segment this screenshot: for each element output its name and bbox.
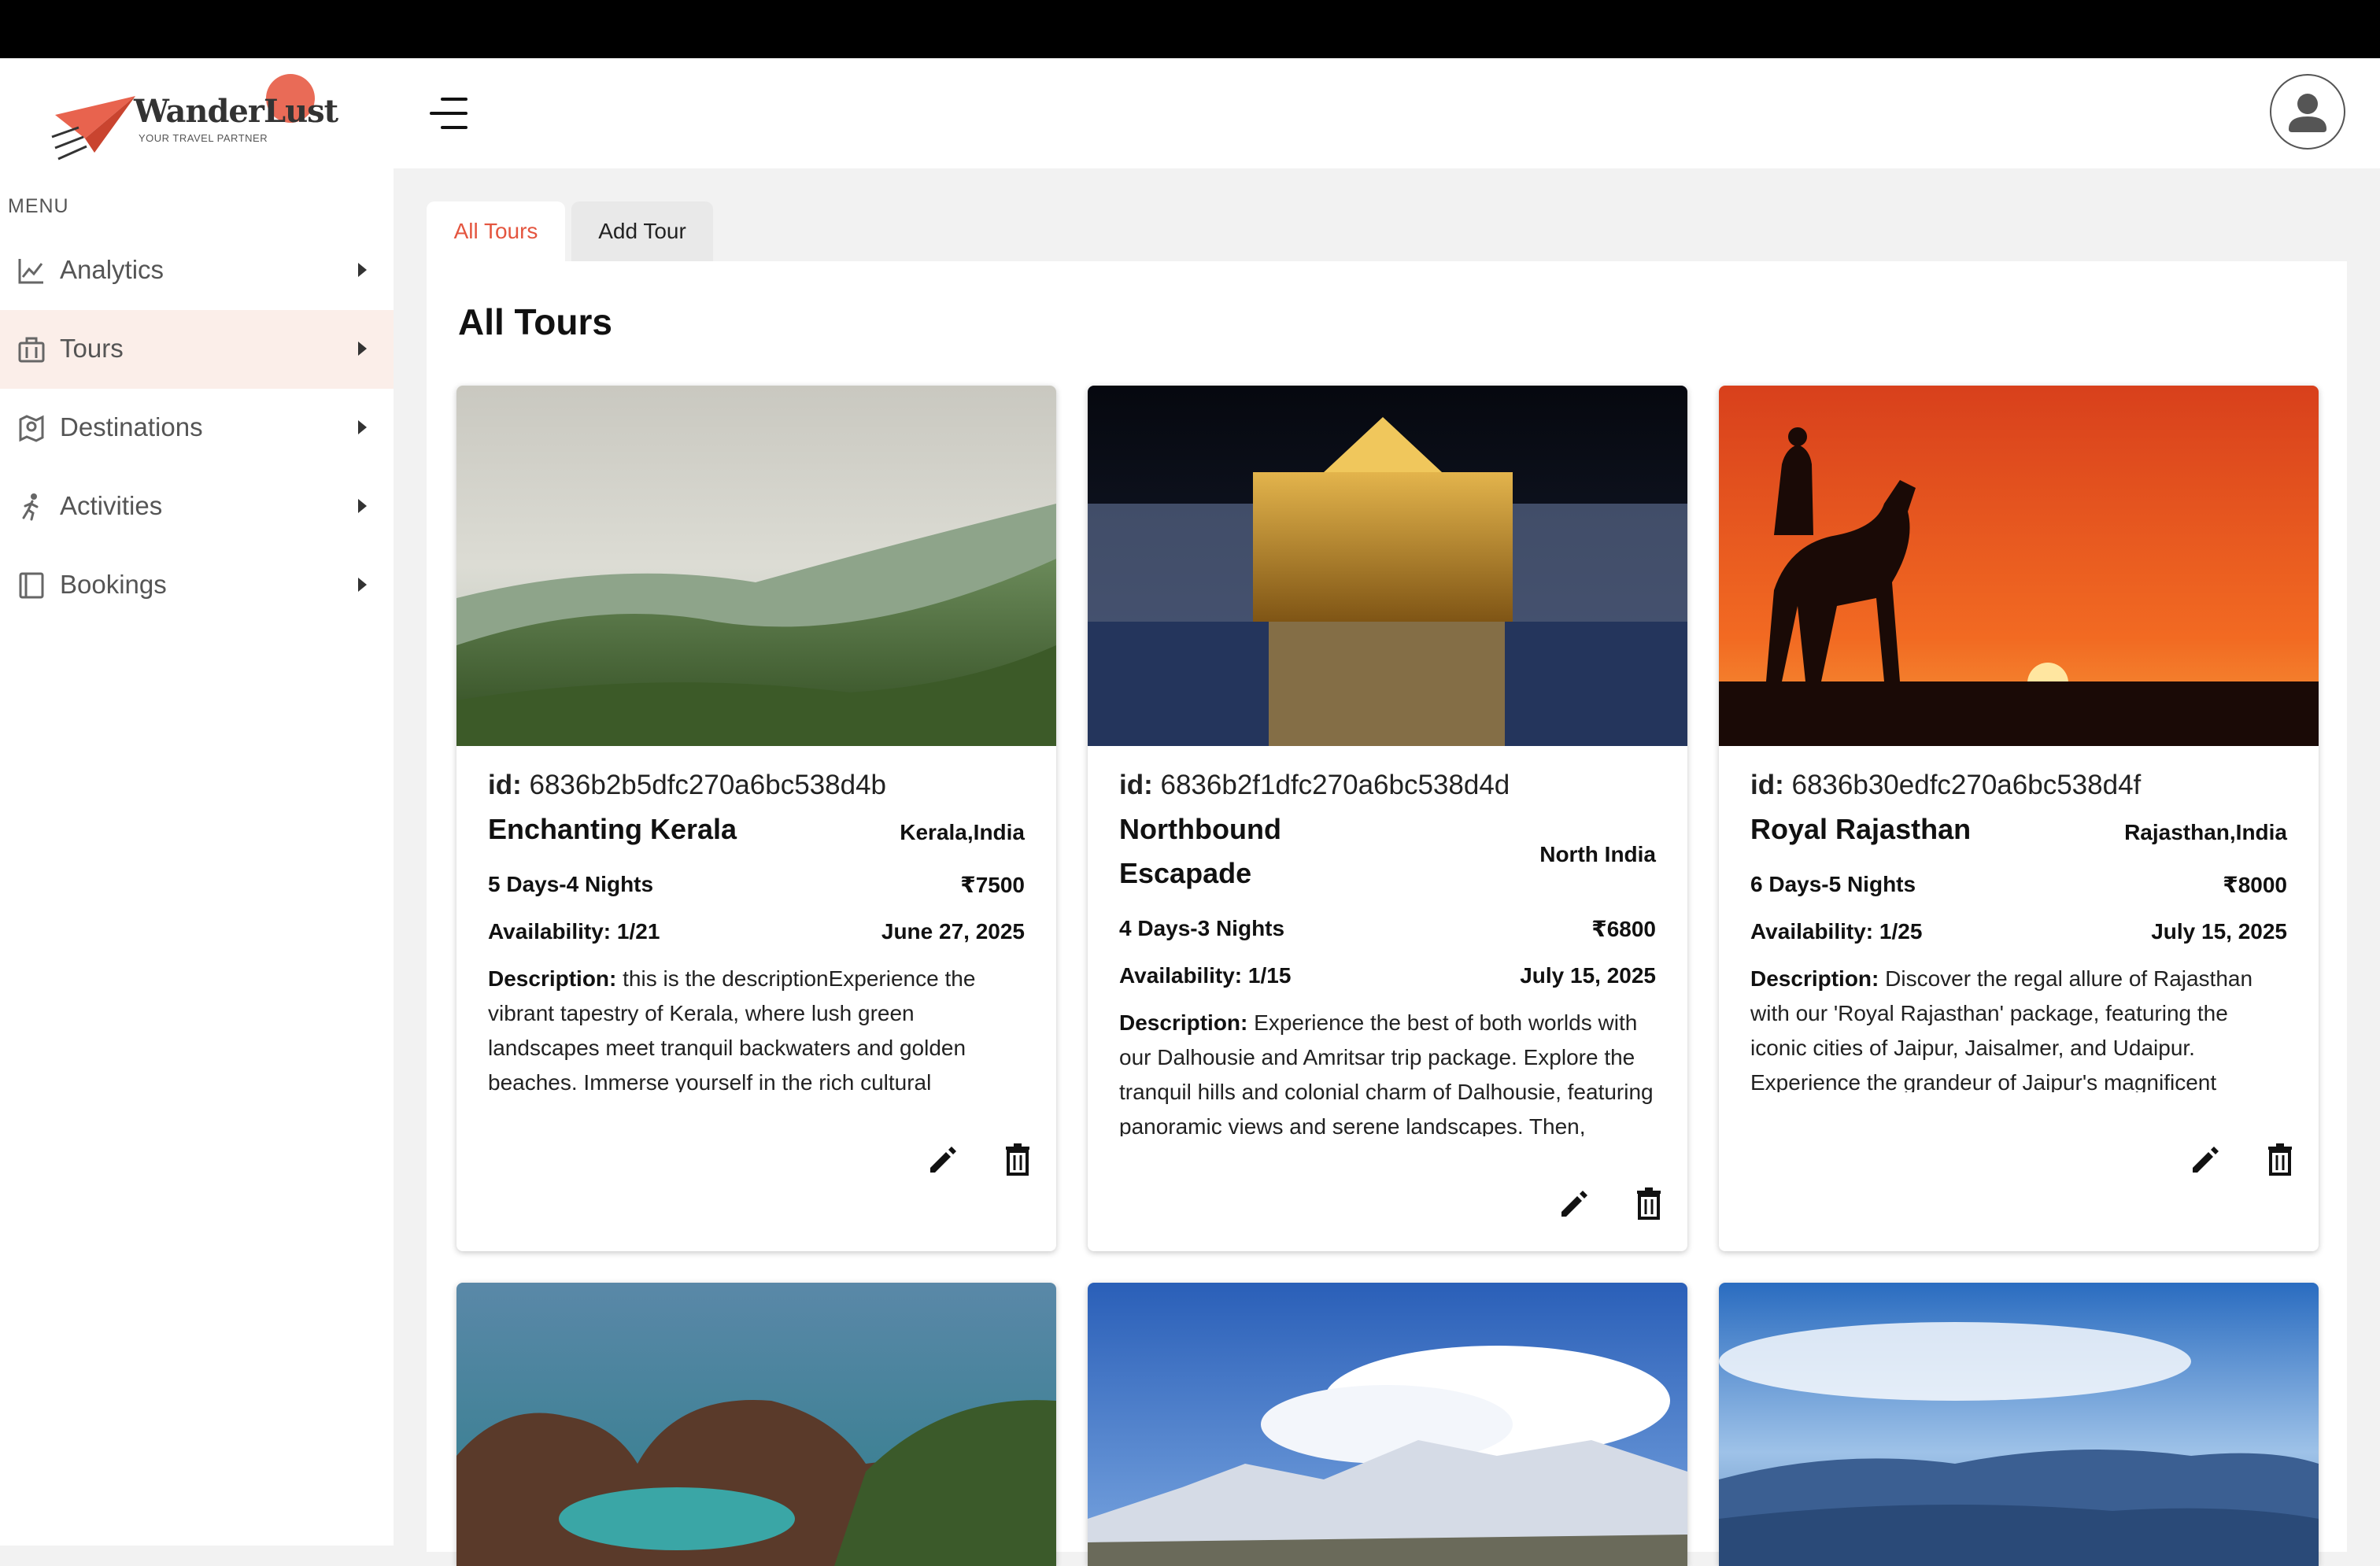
sidebar-item-label: Bookings: [60, 570, 167, 599]
tour-duration: 5 Days-4 Nights: [488, 872, 654, 896]
app-header: WanderLust YOUR TRAVEL PARTNER: [0, 58, 2380, 168]
duration-price-row: 5 Days-4 Nights ₹7500: [488, 872, 1025, 897]
availability-label: Availability:: [1119, 963, 1243, 988]
brand-name: WanderLust: [134, 93, 338, 130]
tour-description: Description: Discover the regal allure o…: [1750, 962, 2286, 1092]
tour-card: id: 6836b2b5dfc270a6bc538d4b Enchanting …: [456, 386, 1056, 1251]
sidebar-item-tours[interactable]: Tours: [0, 310, 394, 389]
tour-description: Description: Experience the best of both…: [1119, 1006, 1654, 1136]
tour-title: Northbound Escapade: [1119, 813, 1281, 889]
sidebar-item-destinations[interactable]: Destinations: [0, 389, 394, 467]
map-pin-icon: [19, 415, 44, 442]
tour-location: Kerala,India: [900, 820, 1025, 844]
tour-price: ₹8000: [2223, 873, 2287, 897]
availability-date-row: Availability: 1/15 July 15, 2025: [1119, 963, 1656, 988]
id-value: 6836b2f1dfc270a6bc538d4d: [1160, 770, 1510, 800]
caret-right-icon: [358, 342, 367, 356]
edit-pencil-icon[interactable]: [1554, 1184, 1593, 1223]
caret-right-icon: [358, 499, 367, 513]
sidebar: MENU Analytics Tours Destinations Activi…: [0, 168, 394, 1546]
tour-card: [1088, 1283, 1687, 1566]
duration-price-row: 6 Days-5 Nights ₹8000: [1750, 872, 2287, 897]
availability-label: Availability:: [1750, 919, 1874, 944]
tour-price: ₹6800: [1591, 917, 1656, 941]
sidebar-item-label: Analytics: [60, 255, 164, 284]
description-label: Description:: [1750, 966, 1879, 991]
duration-price-row: 4 Days-3 Nights ₹6800: [1119, 916, 1656, 941]
caret-right-icon: [358, 578, 367, 592]
tour-id: id: 6836b2b5dfc270a6bc538d4b: [488, 770, 886, 801]
availability-label: Availability:: [488, 919, 612, 944]
user-icon: [2289, 94, 2326, 132]
id-label: id:: [1750, 770, 1784, 800]
tour-duration: 6 Days-5 Nights: [1750, 872, 1916, 896]
sidebar-item-label: Destinations: [60, 412, 203, 441]
edit-pencil-icon[interactable]: [2185, 1139, 2224, 1179]
description-label: Description:: [1119, 1010, 1248, 1035]
tour-duration: 4 Days-3 Nights: [1119, 916, 1285, 940]
tour-image-rajasthan[interactable]: [1719, 386, 2319, 746]
chart-line-icon: [18, 259, 43, 284]
tour-date: June 27, 2025: [881, 919, 1025, 944]
tour-card: [456, 1283, 1056, 1566]
brand-tagline: YOUR TRAVEL PARTNER: [139, 132, 268, 144]
menu-label: MENU: [8, 195, 69, 217]
tab-all-tours[interactable]: All Tours: [427, 201, 565, 261]
tour-card: id: 6836b30edfc270a6bc538d4f Royal Rajas…: [1719, 386, 2319, 1251]
tour-description: Description: this is the descriptionExpe…: [488, 962, 1023, 1092]
sidebar-item-activities[interactable]: Activities: [0, 467, 394, 546]
tour-title: Royal Rajasthan: [1750, 813, 1972, 845]
tour-id: id: 6836b30edfc270a6bc538d4f: [1750, 770, 2141, 801]
tour-id: id: 6836b2f1dfc270a6bc538d4d: [1119, 770, 1510, 801]
paper-plane-icon: [51, 96, 135, 161]
delete-trash-icon[interactable]: [1629, 1184, 1669, 1223]
tour-price: ₹7500: [960, 873, 1025, 897]
id-label: id:: [488, 770, 522, 800]
caret-right-icon: [358, 420, 367, 434]
id-label: id:: [1119, 770, 1153, 800]
tours-panel: All Tours id: 6836b2b5dfc270a6bc538d4b E…: [427, 261, 2347, 1566]
tour-card: id: 6836b2f1dfc270a6bc538d4d Northbound …: [1088, 386, 1687, 1251]
tab-add-tour[interactable]: Add Tour: [571, 201, 713, 261]
tour-image-golden-temple[interactable]: [1088, 386, 1687, 746]
availability-date-row: Availability: 1/21 June 27, 2025: [488, 919, 1025, 944]
sidebar-item-analytics[interactable]: Analytics: [0, 231, 394, 310]
tour-date: July 15, 2025: [1520, 963, 1656, 988]
tour-card: [1719, 1283, 2319, 1566]
user-avatar-button[interactable]: [2270, 74, 2345, 150]
tour-image-kerala[interactable]: [456, 386, 1056, 746]
tour-availability: 1/25: [1879, 919, 1923, 944]
id-value: 6836b2b5dfc270a6bc538d4b: [529, 770, 887, 800]
tour-availability: 1/21: [616, 919, 660, 944]
tour-title: Enchanting Kerala: [488, 813, 737, 845]
delete-trash-icon[interactable]: [2260, 1139, 2300, 1179]
tour-location: North India: [1539, 842, 1656, 866]
system-top-bar: [0, 0, 2380, 58]
menu-toggle-icon[interactable]: [430, 96, 468, 132]
caret-right-icon: [358, 263, 367, 277]
sidebar-item-label: Tours: [60, 334, 124, 363]
sidebar-item-label: Activities: [60, 491, 163, 520]
tour-location: Rajasthan,India: [2124, 820, 2287, 844]
availability-date-row: Availability: 1/25 July 15, 2025: [1750, 919, 2287, 944]
tour-image-coast[interactable]: [456, 1283, 1056, 1566]
sidebar-item-bookings[interactable]: Bookings: [0, 546, 394, 625]
edit-pencil-icon[interactable]: [922, 1139, 962, 1179]
book-icon: [19, 572, 44, 599]
tour-availability: 1/15: [1247, 963, 1292, 988]
tour-image-hills[interactable]: [1719, 1283, 2319, 1566]
page-title: All Tours: [458, 301, 612, 342]
id-value: 6836b30edfc270a6bc538d4f: [1791, 770, 2142, 800]
person-running-icon: [22, 493, 39, 521]
suitcase-icon: [18, 337, 45, 363]
delete-trash-icon[interactable]: [998, 1139, 1037, 1179]
description-label: Description:: [488, 966, 617, 991]
logo[interactable]: WanderLust YOUR TRAVEL PARTNER: [47, 74, 346, 161]
tour-date: July 15, 2025: [2151, 919, 2287, 944]
tour-image-snow-mountains[interactable]: [1088, 1283, 1687, 1566]
